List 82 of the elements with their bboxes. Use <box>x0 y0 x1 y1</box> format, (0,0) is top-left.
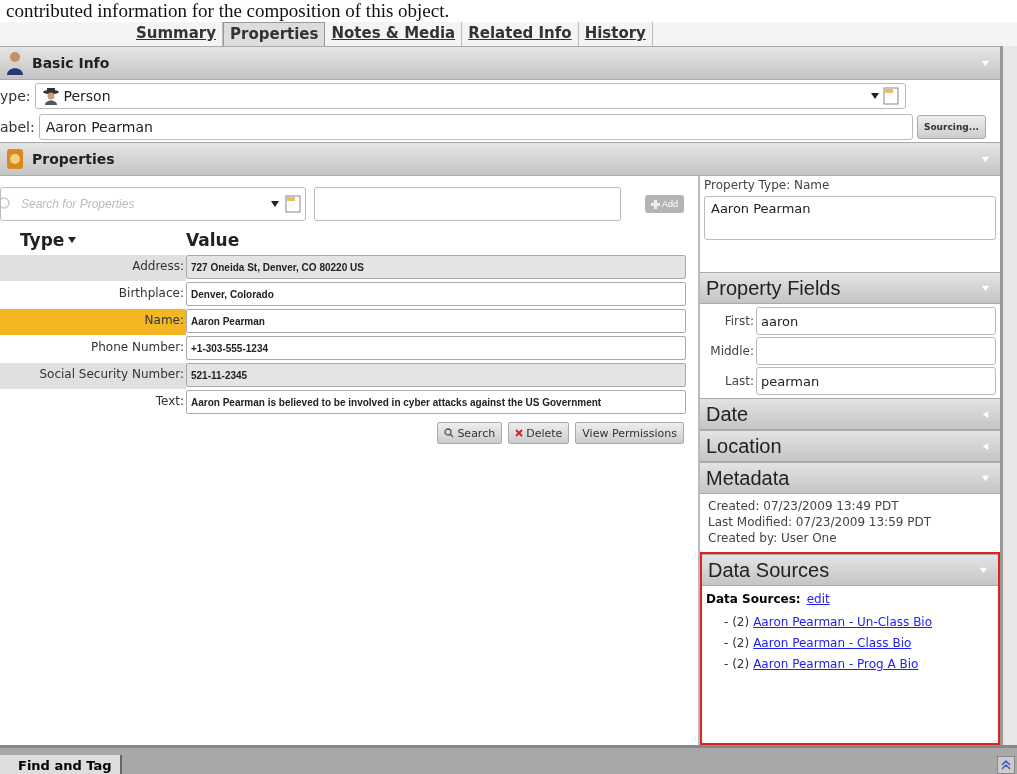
property-type-text: Property Type: Name <box>703 177 831 194</box>
scrollbar[interactable] <box>1003 46 1017 745</box>
section-title: Data Sources <box>708 558 831 582</box>
value-field[interactable]: Aaron Pearman <box>186 309 686 333</box>
label-field[interactable]: Aaron Pearman <box>38 114 913 140</box>
collapse-icon[interactable] <box>981 58 990 68</box>
collapse-icon[interactable] <box>979 565 988 575</box>
metadata-text: Last Modified: 07/23/2009 13:59 PDT <box>707 514 933 530</box>
collapse-icon[interactable] <box>981 473 990 483</box>
section-title: Properties <box>32 151 116 167</box>
caret-icon[interactable] <box>68 237 77 243</box>
type-cell[interactable]: Phone Number: <box>0 336 186 362</box>
search-field[interactable]: Search for Properties <box>0 187 306 221</box>
value-field[interactable]: 521-11-2345 <box>186 363 686 387</box>
column-header: Value <box>186 230 240 250</box>
name-part-field[interactable]: pearman <box>756 367 996 395</box>
source-link[interactable]: Aaron Pearman - Prog A Bio <box>753 657 919 671</box>
count-text: - (2) <box>724 657 750 671</box>
caption-text: contributed information for the composition of this object. <box>5 0 450 22</box>
section-title: Metadata <box>706 466 791 490</box>
value-field[interactable]: Aaron Pearman is believed to be involved in cyber attacks against the US Government <box>186 390 686 414</box>
count-text: - (2) <box>724 615 750 629</box>
field-label: Last: <box>723 374 754 388</box>
section-header[interactable]: Data Sources <box>702 554 998 586</box>
type-cell[interactable]: Social Security Number: <box>0 363 186 389</box>
type-cell[interactable]: Birthplace: <box>0 282 186 308</box>
count-text: - (2) <box>724 636 750 650</box>
section-title: Property Fields <box>706 276 842 300</box>
value-field[interactable]: +1-303-555-1234 <box>186 336 686 360</box>
field-label: ype: <box>0 88 31 104</box>
column-header[interactable]: Type <box>20 230 65 250</box>
chevron-up-icon <box>1000 759 1012 771</box>
permissions-button[interactable]: View Permissions <box>575 422 684 444</box>
source-link[interactable]: Aaron Pearman - Un-Class Bio <box>753 615 933 629</box>
section-header[interactable]: Properties <box>0 142 1000 176</box>
value-field[interactable]: Denver, Colorado <box>186 282 686 306</box>
type-cell[interactable]: Name: <box>0 309 186 335</box>
expand-button[interactable] <box>997 756 1015 774</box>
edit-link[interactable]: edit <box>806 592 830 606</box>
properties-icon <box>6 148 24 170</box>
search-button[interactable]: Search <box>437 422 503 444</box>
name-part-field[interactable]: aaron <box>756 307 996 335</box>
type-cell[interactable]: Address: <box>0 255 186 281</box>
expand-icon[interactable] <box>981 441 990 451</box>
section-header[interactable]: Basic Info <box>0 46 1000 80</box>
search-icon <box>444 428 455 438</box>
value-field[interactable]: 727 Oneida St, Denver, CO 80220 US <box>186 255 686 279</box>
person-icon <box>6 51 24 75</box>
find-and-tag-tab[interactable]: Find and Tag <box>0 755 122 774</box>
section-header[interactable]: Property Fields <box>700 272 1000 304</box>
metadata-text: Created by: User One <box>707 530 838 546</box>
close-icon <box>515 429 524 437</box>
section-header[interactable]: Location <box>700 430 1000 462</box>
metadata-text: Created: 07/23/2009 13:49 PDT <box>707 498 900 514</box>
section-title: Basic Info <box>32 55 111 71</box>
name-part-field[interactable] <box>756 337 996 365</box>
sources-label: Data Sources: <box>706 592 801 606</box>
section-title: Date <box>706 402 750 426</box>
expand-icon[interactable] <box>981 409 990 419</box>
plus-icon <box>651 199 660 209</box>
source-link[interactable]: Aaron Pearman - Class Bio <box>753 636 912 650</box>
caret-icon[interactable] <box>271 201 279 207</box>
field-label: First: <box>723 314 754 328</box>
section-header[interactable]: Date <box>700 398 1000 430</box>
sourcing-button[interactable]: Sourcing... <box>916 115 986 139</box>
spy-icon <box>41 87 60 105</box>
value-field[interactable] <box>314 187 621 221</box>
type-dropdown[interactable]: Person <box>34 83 906 109</box>
search-input[interactable]: Search for Properties <box>19 196 265 212</box>
tab[interactable]: Properties <box>223 22 326 46</box>
field-label: abel: <box>0 119 35 135</box>
type-cell[interactable]: Text: <box>0 390 186 416</box>
delete-button[interactable]: Delete <box>508 422 570 444</box>
caret-icon[interactable] <box>871 93 879 99</box>
name-field[interactable]: Aaron Pearman <box>704 196 996 240</box>
picker-icon[interactable] <box>285 195 301 213</box>
search-icon <box>1 197 13 211</box>
collapse-icon[interactable] <box>981 283 990 293</box>
section-title: Location <box>706 434 783 458</box>
section-header[interactable]: Metadata <box>700 462 1000 494</box>
field-label: Middle: <box>709 344 754 358</box>
collapse-icon[interactable] <box>981 154 990 164</box>
